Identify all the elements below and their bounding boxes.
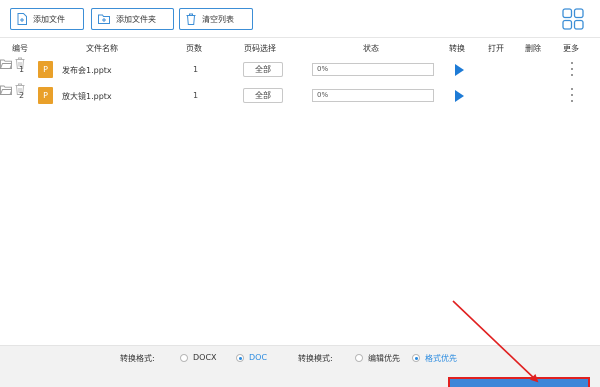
- add-folder-button[interactable]: 添加文件夹: [91, 8, 174, 30]
- format-docx-radio[interactable]: [180, 354, 188, 362]
- clear-list-button[interactable]: 清空列表: [179, 8, 253, 30]
- clear-list-label: 清空列表: [202, 14, 234, 24]
- page-select-button[interactable]: 全部: [243, 88, 283, 103]
- mode-format-label[interactable]: 格式优先: [425, 353, 457, 364]
- page-count: 1: [193, 65, 199, 74]
- format-docx-label[interactable]: DOCX: [193, 353, 217, 362]
- table-row[interactable]: 1 P 发布会1.pptx 1 全部 0%: [0, 57, 600, 83]
- header-convert: 转换: [449, 44, 465, 53]
- add-folder-icon: [98, 14, 110, 24]
- mode-edit-label[interactable]: 编辑优先: [368, 353, 400, 364]
- start-convert-button[interactable]: [448, 377, 590, 387]
- mode-format-radio[interactable]: [412, 354, 420, 362]
- add-file-icon: [17, 13, 27, 25]
- more-options-icon[interactable]: [570, 62, 574, 76]
- table-row[interactable]: 2 P 放大镜1.pptx 1 全部 0%: [0, 83, 600, 109]
- pptx-file-icon: P: [38, 87, 53, 104]
- page-select-button[interactable]: 全部: [243, 62, 283, 77]
- mode-edit-radio[interactable]: [355, 354, 363, 362]
- folder-open-icon[interactable]: [0, 59, 13, 69]
- header-page-select: 页码选择: [244, 44, 276, 53]
- trash-icon: [186, 13, 196, 25]
- play-icon[interactable]: [455, 64, 464, 76]
- file-name: 放大镜1.pptx: [62, 92, 112, 101]
- header-name: 文件名称: [86, 44, 118, 53]
- header-delete: 删除: [525, 44, 541, 53]
- pptx-file-icon: P: [38, 61, 53, 78]
- toolbar: 添加文件 添加文件夹 清空列表: [0, 0, 600, 38]
- page-count: 1: [193, 91, 199, 100]
- play-icon[interactable]: [455, 90, 464, 102]
- header-open: 打开: [488, 44, 504, 53]
- header-pages: 页数: [186, 44, 202, 53]
- add-file-button[interactable]: 添加文件: [10, 8, 84, 30]
- grid-view-icon[interactable]: [562, 8, 584, 30]
- header-more: 更多: [563, 44, 579, 53]
- folder-open-icon[interactable]: [0, 85, 13, 95]
- table-header: 编号 文件名称 页数 页码选择 状态 转换 打开 删除 更多: [0, 40, 600, 56]
- more-options-icon[interactable]: [570, 88, 574, 102]
- mode-label: 转换模式:: [298, 354, 333, 363]
- row-number: 2: [19, 91, 25, 100]
- format-label: 转换格式:: [120, 354, 155, 363]
- row-number: 1: [19, 65, 25, 74]
- header-num: 编号: [12, 44, 28, 53]
- add-folder-label: 添加文件夹: [116, 14, 156, 24]
- file-name: 发布会1.pptx: [62, 66, 112, 75]
- header-status: 状态: [363, 44, 379, 53]
- add-file-label: 添加文件: [33, 14, 65, 24]
- progress-bar: 0%: [312, 63, 434, 76]
- format-doc-radio[interactable]: [236, 354, 244, 362]
- format-doc-label[interactable]: DOC: [249, 353, 267, 362]
- progress-bar: 0%: [312, 89, 434, 102]
